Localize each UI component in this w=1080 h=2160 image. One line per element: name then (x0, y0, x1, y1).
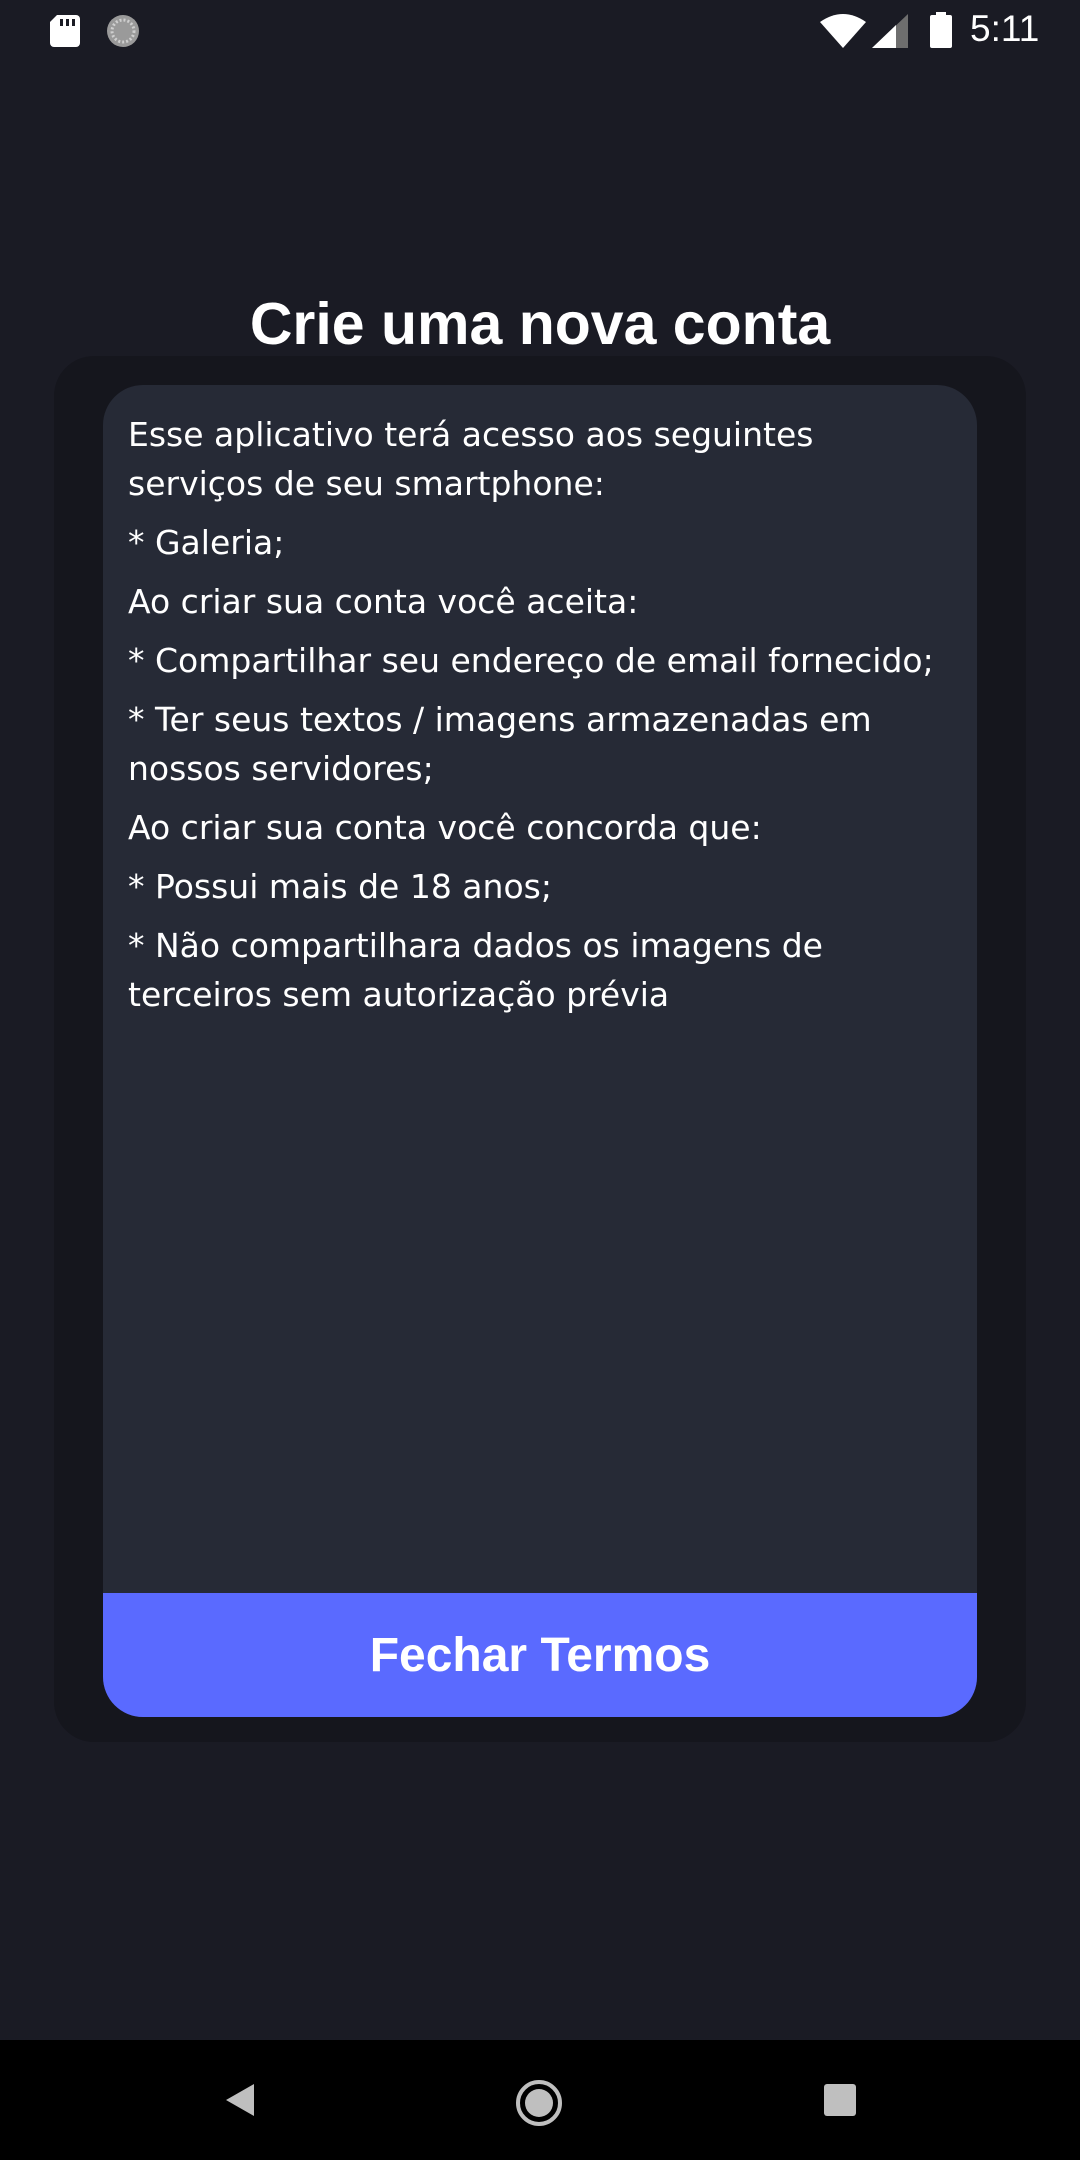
home-icon[interactable] (514, 2078, 564, 2128)
page-title: Crie uma nova conta (249, 291, 831, 357)
battery-icon (930, 12, 952, 48)
terms-paragraph: Ao criar sua conta você aceita: (128, 582, 639, 621)
status-time: 5:11 (970, 8, 1040, 49)
sd-card-icon (50, 15, 80, 47)
close-terms-button[interactable]: Fechar Termos (103, 1593, 977, 1717)
terms-paragraph: * Não compartilhara dados os imagens de … (128, 926, 823, 1014)
recents-icon[interactable] (824, 2084, 856, 2116)
terms-paragraph: Ao criar sua conta você concorda que: (128, 808, 762, 847)
navigation-bar (0, 2040, 1080, 2160)
terms-modal: Esse aplicativo terá acesso aos seguinte… (103, 385, 977, 1717)
signal-icon (872, 14, 908, 48)
terms-text[interactable]: Esse aplicativo terá acesso aos seguinte… (128, 410, 958, 1029)
status-bar: 5:11 (0, 0, 1080, 63)
wifi-icon (820, 14, 866, 48)
terms-paragraph: Esse aplicativo terá acesso aos seguinte… (128, 415, 814, 503)
screen: 5:11 Crie uma nova conta Esse aplicativo… (0, 0, 1080, 2160)
terms-paragraph: * Galeria; (128, 523, 285, 562)
terms-paragraph: * Possui mais de 18 anos; (128, 867, 552, 906)
terms-paragraph: * Compartilhar seu endereço de email for… (128, 641, 934, 680)
back-icon[interactable] (220, 2080, 260, 2120)
terms-paragraph: * Ter seus textos / imagens armazenadas … (128, 700, 872, 788)
sync-icon (107, 15, 139, 47)
